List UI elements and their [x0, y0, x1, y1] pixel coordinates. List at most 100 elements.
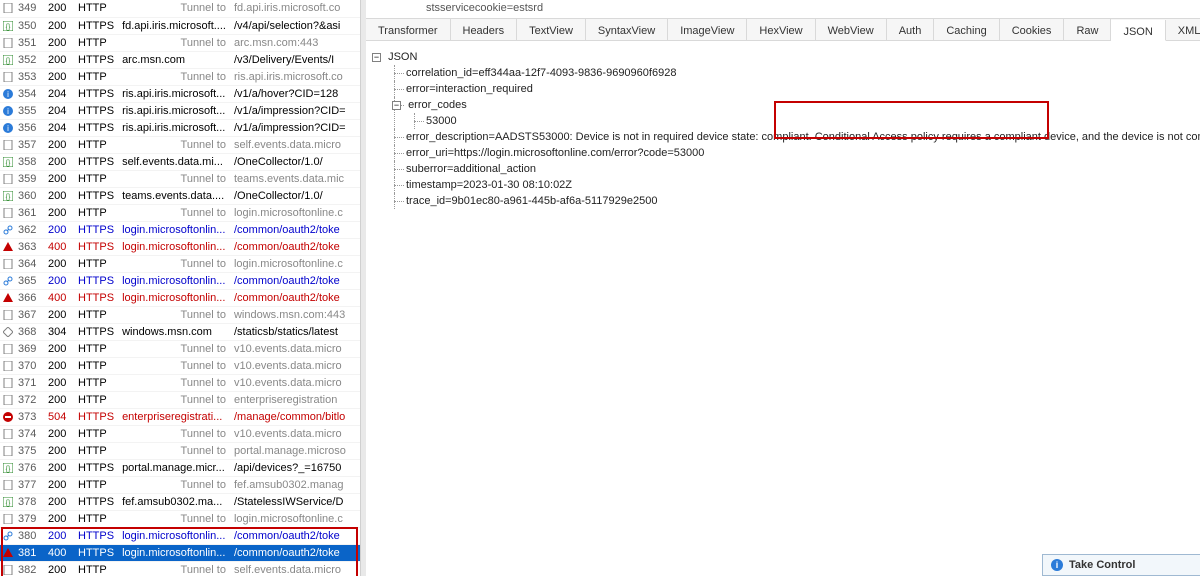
- session-row[interactable]: 359200HTTPTunnel toteams.events.data.mic: [0, 170, 360, 187]
- session-host: Tunnel to: [118, 510, 230, 527]
- session-url: /v1/a/impression?CID=: [230, 102, 360, 119]
- session-protocol: HTTP: [74, 340, 118, 357]
- session-host: login.microsoftonlin...: [118, 272, 230, 289]
- session-url: /v4/api/selection?&asi: [230, 17, 360, 34]
- session-row[interactable]: 381400HTTPSlogin.microsoftonlin.../commo…: [0, 544, 360, 561]
- tab-auth[interactable]: Auth: [887, 19, 935, 40]
- tab-transformer[interactable]: Transformer: [366, 19, 451, 40]
- tab-hexview[interactable]: HexView: [747, 19, 815, 40]
- session-host: fd.api.iris.microsoft....: [118, 17, 230, 34]
- session-result: 200: [44, 357, 74, 374]
- session-id: 371: [14, 374, 44, 391]
- session-row[interactable]: 369200HTTPTunnel tov10.events.data.micro: [0, 340, 360, 357]
- session-row[interactable]: 377200HTTPTunnel tofef.amsub0302.manag: [0, 476, 360, 493]
- tab-xml[interactable]: XML: [1166, 19, 1200, 40]
- session-url: /OneCollector/1.0/: [230, 153, 360, 170]
- link-icon: [0, 272, 14, 289]
- session-row[interactable]: 367200HTTPTunnel towindows.msn.com:443: [0, 306, 360, 323]
- session-host: enterpriseregistrati...: [118, 408, 230, 425]
- session-row[interactable]: 353200HTTPTunnel toris.api.iris.microsof…: [0, 68, 360, 85]
- session-row[interactable]: 370200HTTPTunnel tov10.events.data.micro: [0, 357, 360, 374]
- json-node[interactable]: trace_id=9b01ec80-a961-445b-af6a-5117929…: [386, 193, 1200, 209]
- session-protocol: HTTP: [74, 0, 118, 17]
- tab-textview[interactable]: TextView: [517, 19, 586, 40]
- tab-raw[interactable]: Raw: [1064, 19, 1111, 40]
- json-node[interactable]: error_uri=https://login.microsoftonline.…: [386, 145, 1200, 161]
- session-row[interactable]: 351200HTTPTunnel toarc.msn.com:443: [0, 34, 360, 51]
- session-row[interactable]: {}358200HTTPSself.events.data.mi.../OneC…: [0, 153, 360, 170]
- session-row[interactable]: 373504HTTPSenterpriseregistrati.../manag…: [0, 408, 360, 425]
- session-url: /common/oauth2/toke: [230, 272, 360, 289]
- session-result: 200: [44, 391, 74, 408]
- sessions-pane: 349200HTTPTunnel tofd.api.iris.microsoft…: [0, 0, 361, 576]
- session-id: 357: [14, 136, 44, 153]
- session-id: 375: [14, 442, 44, 459]
- session-row[interactable]: 362200HTTPSlogin.microsoftonlin.../commo…: [0, 221, 360, 238]
- session-protocol: HTTPS: [74, 323, 118, 340]
- link-icon: [0, 527, 14, 544]
- session-result: 200: [44, 255, 74, 272]
- session-row[interactable]: 379200HTTPTunnel tologin.microsoftonline…: [0, 510, 360, 527]
- session-row[interactable]: {}360200HTTPSteams.events.data..../OneCo…: [0, 187, 360, 204]
- session-protocol: HTTP: [74, 357, 118, 374]
- json-node[interactable]: error_description=AADSTS53000: Device is…: [386, 129, 1200, 145]
- session-result: 200: [44, 221, 74, 238]
- session-row[interactable]: 368304HTTPSwindows.msn.com/staticsb/stat…: [0, 323, 360, 340]
- session-row[interactable]: 363400HTTPSlogin.microsoftonlin.../commo…: [0, 238, 360, 255]
- session-row[interactable]: 349200HTTPTunnel tofd.api.iris.microsoft…: [0, 0, 360, 17]
- info-icon: i: [0, 102, 14, 119]
- tab-caching[interactable]: Caching: [934, 19, 999, 40]
- json-root-node[interactable]: − JSON correlation_id=eff344aa-12f7-4093…: [382, 49, 1200, 209]
- session-url: /OneCollector/1.0/: [230, 187, 360, 204]
- json-node[interactable]: suberror=additional_action: [386, 161, 1200, 177]
- session-protocol: HTTPS: [74, 17, 118, 34]
- tab-cookies[interactable]: Cookies: [1000, 19, 1065, 40]
- collapse-toggle-icon[interactable]: −: [372, 53, 381, 62]
- session-host: Tunnel to: [118, 68, 230, 85]
- session-row[interactable]: 382200HTTPTunnel toself.events.data.micr…: [0, 561, 360, 576]
- session-row[interactable]: 374200HTTPTunnel tov10.events.data.micro: [0, 425, 360, 442]
- sessions-table: 349200HTTPTunnel tofd.api.iris.microsoft…: [0, 0, 360, 576]
- session-row[interactable]: {}378200HTTPSfef.amsub0302.ma.../Statele…: [0, 493, 360, 510]
- session-id: 352: [14, 51, 44, 68]
- session-id: 373: [14, 408, 44, 425]
- session-row[interactable]: 361200HTTPTunnel tologin.microsoftonline…: [0, 204, 360, 221]
- session-id: 356: [14, 119, 44, 136]
- collapse-toggle-icon[interactable]: −: [392, 101, 401, 110]
- json-node[interactable]: timestamp=2023-01-30 08:10:02Z: [386, 177, 1200, 193]
- session-row[interactable]: i354204HTTPSris.api.iris.microsoft.../v1…: [0, 85, 360, 102]
- json-icon: {}: [0, 187, 14, 204]
- session-row[interactable]: 375200HTTPTunnel toportal.manage.microso: [0, 442, 360, 459]
- session-row[interactable]: i355204HTTPSris.api.iris.microsoft.../v1…: [0, 102, 360, 119]
- session-id: 361: [14, 204, 44, 221]
- session-row[interactable]: i356204HTTPSris.api.iris.microsoft.../v1…: [0, 119, 360, 136]
- session-row[interactable]: 364200HTTPTunnel tologin.microsoftonline…: [0, 255, 360, 272]
- json-node[interactable]: 53000: [406, 113, 1200, 129]
- tab-headers[interactable]: Headers: [451, 19, 518, 40]
- session-row[interactable]: {}376200HTTPSportal.manage.micr.../api/d…: [0, 459, 360, 476]
- session-row[interactable]: {}350200HTTPSfd.api.iris.microsoft..../v…: [0, 17, 360, 34]
- tab-json[interactable]: JSON: [1111, 20, 1165, 41]
- session-row[interactable]: 365200HTTPSlogin.microsoftonlin.../commo…: [0, 272, 360, 289]
- session-result: 504: [44, 408, 74, 425]
- session-result: 200: [44, 527, 74, 544]
- session-host: login.microsoftonlin...: [118, 221, 230, 238]
- session-row[interactable]: 357200HTTPTunnel toself.events.data.micr…: [0, 136, 360, 153]
- tab-imageview[interactable]: ImageView: [668, 19, 747, 40]
- session-url: /staticsb/statics/latest: [230, 323, 360, 340]
- json-node[interactable]: error=interaction_required: [386, 81, 1200, 97]
- tab-webview[interactable]: WebView: [816, 19, 887, 40]
- session-row[interactable]: 380200HTTPSlogin.microsoftonlin.../commo…: [0, 527, 360, 544]
- json-node[interactable]: correlation_id=eff344aa-12f7-4093-9836-9…: [386, 65, 1200, 81]
- json-node[interactable]: − error_codes 53000: [386, 97, 1200, 129]
- session-row[interactable]: 371200HTTPTunnel tov10.events.data.micro: [0, 374, 360, 391]
- take-control-bar[interactable]: i Take Control ✕: [1042, 554, 1200, 576]
- session-row[interactable]: 366400HTTPSlogin.microsoftonlin.../commo…: [0, 289, 360, 306]
- session-id: 362: [14, 221, 44, 238]
- session-protocol: HTTPS: [74, 272, 118, 289]
- session-row[interactable]: {}352200HTTPSarc.msn.com/v3/Delivery/Eve…: [0, 51, 360, 68]
- session-url: login.microsoftonline.c: [230, 510, 360, 527]
- session-row[interactable]: 372200HTTPTunnel toenterpriseregistratio…: [0, 391, 360, 408]
- session-host: ris.api.iris.microsoft...: [118, 119, 230, 136]
- tab-syntaxview[interactable]: SyntaxView: [586, 19, 668, 40]
